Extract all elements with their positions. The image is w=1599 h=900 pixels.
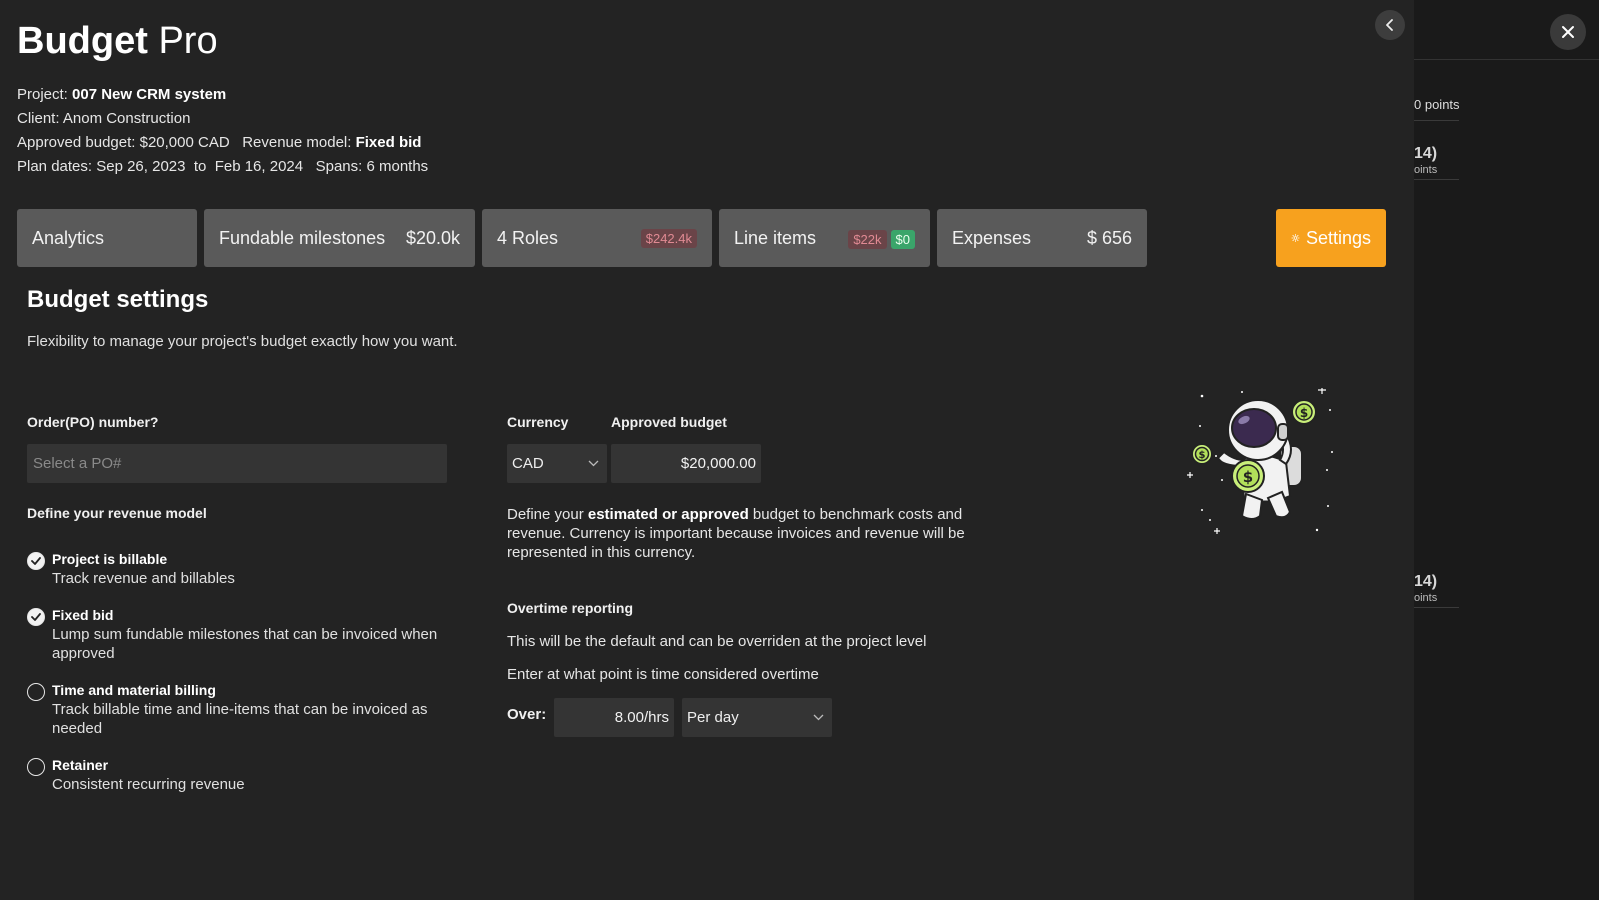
overtime-instruction: Enter at what point is time considered o… bbox=[507, 666, 819, 683]
budget-line: Approved budget: $20,000 CAD Revenue mod… bbox=[17, 134, 421, 151]
plan-dates-label: Plan dates: bbox=[17, 158, 93, 175]
page-title: Budget settings bbox=[27, 286, 209, 313]
revenue-model-title: Define your revenue model bbox=[27, 505, 207, 521]
overtime-note: This will be the default and can be over… bbox=[507, 633, 927, 650]
description-emphasis: estimated or approved bbox=[587, 506, 749, 523]
divider bbox=[1414, 120, 1459, 121]
project-line: Project: 007 New CRM system bbox=[17, 86, 226, 103]
chevron-down-icon bbox=[813, 714, 824, 721]
tab-roles[interactable]: 4 Roles $242.4k bbox=[482, 209, 712, 267]
spans-label: Spans: bbox=[315, 158, 363, 175]
background-panel: 0 points 14) oints 14) oints bbox=[1414, 0, 1599, 900]
roles-cost-badge: $242.4k bbox=[640, 228, 697, 248]
divider bbox=[1414, 179, 1459, 180]
tab-fundable-milestones[interactable]: Fundable milestones $20.0k bbox=[204, 209, 475, 267]
option-description: Track revenue and billables bbox=[52, 570, 235, 587]
plan-dates-line: Plan dates: Sep 26, 2023 to Feb 16, 2024… bbox=[17, 158, 428, 175]
po-label: Order(PO) number? bbox=[27, 414, 159, 430]
option-description: Track billable time and line-items that … bbox=[52, 701, 428, 737]
end-date: Feb 16, 2024 bbox=[214, 158, 304, 175]
radio-button[interactable] bbox=[27, 758, 45, 776]
option-title: Retainer bbox=[52, 757, 109, 773]
astronaut-illustration: $ $ $ bbox=[1187, 388, 1333, 534]
approved-budget-input[interactable]: $20,000.00 bbox=[611, 444, 761, 483]
check-icon[interactable] bbox=[27, 608, 45, 626]
budget-value: $20,000 CAD bbox=[139, 134, 230, 151]
tab-expenses[interactable]: Expenses $ 656 bbox=[937, 209, 1147, 267]
tab-analytics[interactable]: Analytics bbox=[17, 209, 197, 267]
client-line: Client: Anom Construction bbox=[17, 110, 190, 127]
overtime-title: Overtime reporting bbox=[507, 600, 634, 616]
currency-label: Currency bbox=[507, 414, 569, 430]
revenue-option-fixed-bid[interactable]: Fixed bid Lump sum fundable milestones t… bbox=[27, 606, 452, 663]
revenue-option-time-material[interactable]: Time and material billing Track billable… bbox=[27, 681, 452, 738]
collapse-button[interactable] bbox=[1375, 10, 1405, 40]
option-title: Fixed bid bbox=[52, 607, 114, 623]
svg-text:$: $ bbox=[1243, 468, 1253, 486]
radio-button[interactable] bbox=[27, 683, 45, 701]
item-value: 14) bbox=[1414, 145, 1438, 162]
item-value: 14) bbox=[1414, 573, 1438, 590]
currency-select[interactable]: CAD bbox=[507, 444, 607, 483]
client-name: Anom Construction bbox=[62, 110, 191, 127]
tab-line-items[interactable]: Line items $22k $0 bbox=[719, 209, 930, 267]
app-title-bold: Budget bbox=[17, 20, 148, 62]
budget-modal: Budget Pro Project: 007 New CRM system C… bbox=[0, 0, 1414, 900]
date-separator: to bbox=[193, 158, 207, 175]
gear-icon bbox=[1291, 233, 1300, 243]
option-description: Consistent recurring revenue bbox=[52, 776, 245, 793]
close-icon bbox=[1562, 26, 1574, 38]
spans-value: 6 months bbox=[366, 158, 429, 175]
client-label: Client: bbox=[17, 110, 60, 127]
close-button[interactable] bbox=[1550, 14, 1586, 50]
overtime-hours-input[interactable]: 8.00/hrs bbox=[554, 698, 674, 737]
tab-label: Analytics bbox=[32, 227, 105, 248]
po-number-input[interactable] bbox=[27, 444, 447, 483]
budget-label: Approved budget: bbox=[17, 134, 136, 151]
check-icon[interactable] bbox=[27, 552, 45, 570]
line-items-revenue-badge: $0 bbox=[890, 229, 915, 249]
overtime-period-select[interactable]: Per day bbox=[682, 698, 832, 737]
tab-settings[interactable]: Settings bbox=[1276, 209, 1386, 267]
divider bbox=[1414, 59, 1599, 60]
tab-label: Fundable milestones bbox=[219, 227, 386, 248]
revenue-option-retainer[interactable]: Retainer Consistent recurring revenue bbox=[27, 756, 452, 794]
revenue-model-value: Fixed bid bbox=[355, 134, 422, 151]
tab-label: Line items bbox=[734, 227, 817, 248]
points-text: 0 points bbox=[1414, 97, 1460, 112]
revenue-label: Revenue model: bbox=[242, 134, 352, 151]
revenue-option-billable[interactable]: Project is billable Track revenue and bi… bbox=[27, 550, 452, 588]
approved-budget-label: Approved budget bbox=[611, 414, 727, 430]
project-name: 007 New CRM system bbox=[72, 86, 227, 103]
start-date: Sep 26, 2023 bbox=[96, 158, 186, 175]
tab-value: $ 656 bbox=[1086, 227, 1132, 248]
svg-text:$: $ bbox=[1300, 406, 1308, 420]
svg-text:$: $ bbox=[1199, 450, 1206, 461]
approved-budget-value: $20,000.00 bbox=[680, 455, 756, 472]
line-items-cost-badge: $22k bbox=[848, 229, 887, 249]
option-description: Lump sum fundable milestones that can be… bbox=[52, 626, 438, 662]
period-value: Per day bbox=[687, 709, 739, 726]
budget-description: Define your estimated or approved budget… bbox=[507, 505, 982, 562]
description-text: Define your bbox=[507, 506, 588, 523]
item-caption: oints bbox=[1414, 164, 1438, 176]
chevron-down-icon bbox=[588, 460, 599, 467]
currency-value: CAD bbox=[512, 455, 544, 472]
tab-label: 4 Roles bbox=[497, 227, 559, 248]
chevron-left-icon bbox=[1386, 19, 1393, 31]
app-title: Budget Pro bbox=[17, 20, 218, 63]
tab-label: Settings bbox=[1305, 227, 1371, 248]
project-label: Project: bbox=[17, 86, 68, 103]
option-title: Project is billable bbox=[52, 551, 168, 567]
tab-value: $20.0k bbox=[405, 227, 460, 248]
app-title-light: Pro bbox=[158, 20, 218, 62]
option-title: Time and material billing bbox=[52, 682, 216, 698]
overtime-hours-value: 8.00/hrs bbox=[614, 709, 669, 726]
item-caption: oints bbox=[1414, 592, 1438, 604]
divider bbox=[1414, 607, 1459, 608]
page-subtitle: Flexibility to manage your project's bud… bbox=[27, 333, 458, 350]
tab-label: Expenses bbox=[952, 227, 1032, 248]
over-label: Over: bbox=[507, 706, 547, 723]
